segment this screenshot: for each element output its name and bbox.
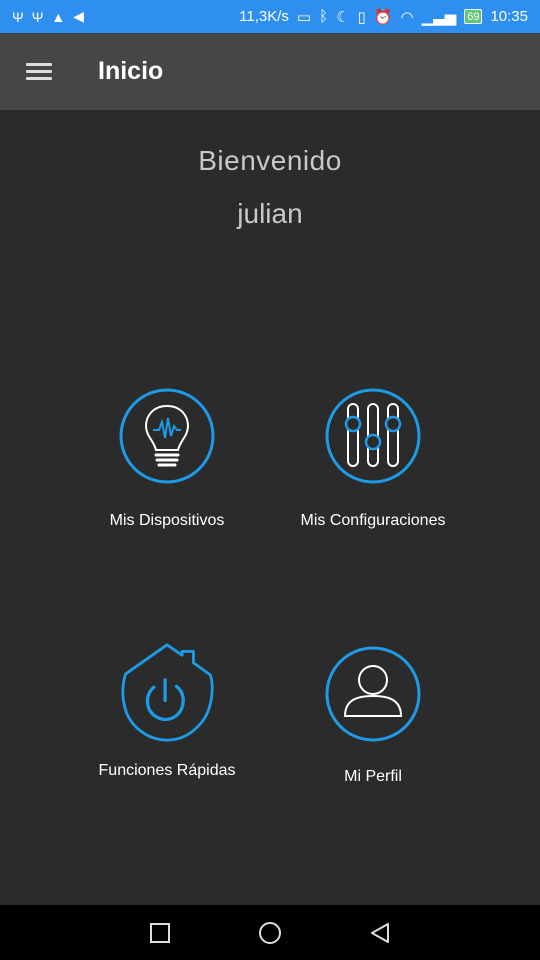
- user-icon: [325, 646, 421, 742]
- welcome-text: Bienvenido: [198, 145, 342, 176]
- bluetooth-icon: ᛒ: [319, 8, 329, 25]
- status-bar: Ψ Ψ ▲ ◀ 11,3K/s ▭ ᛒ ☾ ▯ ⏰ ◠ ▁▃▅ 69 10:35: [0, 0, 540, 33]
- battery-icon: 69: [464, 9, 483, 24]
- wifi-icon: ◠: [400, 8, 414, 26]
- battery-level: 69: [467, 10, 480, 23]
- recents-button[interactable]: [147, 920, 173, 946]
- warning-icon: ▲: [51, 8, 66, 25]
- clock: 10:35: [490, 8, 528, 25]
- tile-funciones-rapidas[interactable]: Funciones Rápidas: [57, 642, 277, 780]
- vibrate-icon: ▯: [357, 8, 366, 26]
- system-nav-bar: [0, 905, 540, 960]
- status-right-icons: 11,3K/s ▭ ᛒ ☾ ▯ ⏰ ◠ ▁▃▅ 69 10:35: [239, 8, 528, 26]
- usb-icon: Ψ: [12, 8, 24, 25]
- lightbulb-icon: [119, 388, 215, 484]
- status-left-icons: Ψ Ψ ▲ ◀: [12, 8, 84, 25]
- network-speed: 11,3K/s: [239, 8, 289, 25]
- username-text: julian: [237, 198, 303, 229]
- square-icon: [150, 922, 170, 943]
- home-power-icon: [121, 643, 214, 742]
- home-button[interactable]: [257, 920, 283, 946]
- app-bar: Inicio: [0, 33, 540, 110]
- hamburger-icon: [26, 59, 52, 84]
- usb-icon: Ψ: [31, 8, 44, 25]
- alarm-icon: ⏰: [373, 8, 393, 26]
- circle-icon: [259, 921, 281, 944]
- signal-icon: ▁▃▅: [421, 8, 457, 26]
- tile-mis-configuraciones[interactable]: Mis Configuraciones: [263, 386, 483, 530]
- sliders-icon: [325, 388, 421, 484]
- back-button[interactable]: [367, 920, 393, 946]
- tile-label: Mis Dispositivos: [109, 512, 225, 529]
- send-icon: ◀: [73, 8, 85, 24]
- tile-mis-dispositivos[interactable]: Mis Dispositivos: [57, 386, 277, 530]
- moon-icon: ☾: [336, 8, 350, 26]
- tile-mi-perfil[interactable]: Mi Perfil: [263, 644, 483, 786]
- page-title: Inicio: [98, 57, 164, 85]
- tile-label: Funciones Rápidas: [98, 762, 236, 779]
- menu-button[interactable]: [0, 33, 78, 110]
- tile-label: Mis Configuraciones: [300, 512, 446, 529]
- triangle-back-icon: [371, 922, 389, 943]
- cast-icon: ▭: [296, 8, 312, 26]
- tile-label: Mi Perfil: [344, 768, 402, 785]
